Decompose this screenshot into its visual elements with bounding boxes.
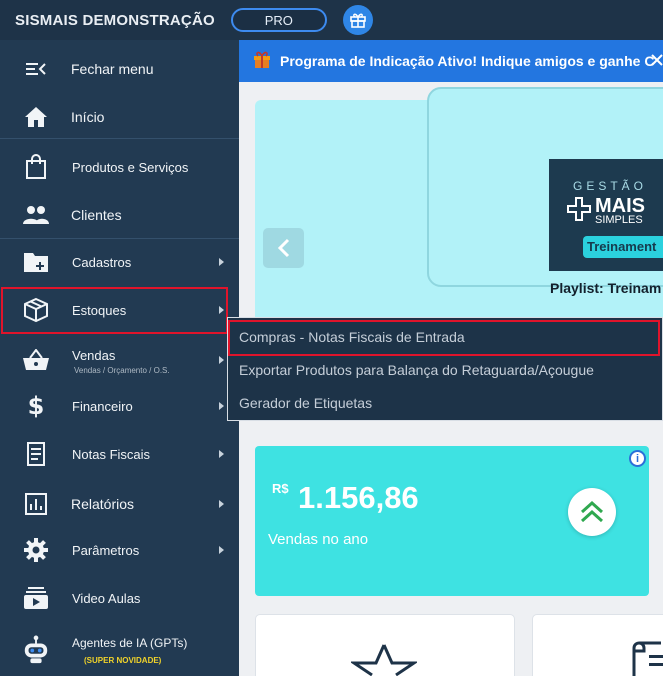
novelty-badge: (SUPER NOVIDADE)	[84, 656, 162, 665]
sidebar-item-video-lessons[interactable]: Video Aulas	[0, 582, 239, 614]
highlight-box-purchases	[228, 320, 660, 356]
gear-icon	[22, 536, 50, 564]
sidebar-item-registrations[interactable]: Cadastros	[0, 246, 239, 278]
sidebar-item-reports[interactable]: Relatórios	[0, 488, 239, 520]
sidebar-item-label: Relatórios	[71, 496, 135, 512]
dashboard-card[interactable]	[532, 614, 663, 676]
sidebar-item-products[interactable]: Produtos e Serviços	[0, 150, 239, 184]
gift-icon[interactable]	[342, 5, 373, 35]
sidebar-item-label: Fechar menu	[71, 61, 154, 77]
video-thumbnail[interactable]: GESTÃO MAIS SIMPLES Treinament	[549, 159, 663, 271]
carousel-prev-button[interactable]	[263, 228, 304, 268]
sidebar-item-finance[interactable]: $ Financeiro	[0, 390, 239, 422]
chevron-right-icon	[219, 356, 224, 364]
thumb-text-gestao: GESTÃO	[573, 179, 648, 193]
sidebar-item-label: Notas Fiscais	[72, 446, 151, 462]
receipt-icon	[22, 440, 50, 468]
divider	[0, 238, 239, 239]
submenu-item-label-generator[interactable]: Gerador de Etiquetas	[239, 395, 372, 411]
sidebar-item-label: Produtos e Serviços	[72, 159, 189, 175]
gift-icon	[252, 49, 272, 74]
chevron-right-icon	[219, 402, 224, 410]
sidebar-item-label: Video Aulas	[72, 590, 141, 606]
document-icon	[631, 641, 663, 676]
sidebar-item-label: Vendas	[72, 348, 116, 363]
thumb-text-simples: SIMPLES	[595, 214, 643, 226]
robot-icon	[22, 635, 50, 664]
sidebar-item-label: Financeiro	[72, 398, 133, 414]
home-icon	[22, 103, 50, 131]
basket-icon	[22, 346, 50, 374]
sidebar-item-ai-agents[interactable]: Agentes de IA (GPTs) (SUPER NOVIDADE)	[0, 630, 239, 670]
chevron-right-icon	[219, 500, 224, 508]
chevron-right-icon	[219, 258, 224, 266]
sidebar-item-parameters[interactable]: Parâmetros	[0, 534, 239, 566]
video-icon	[22, 584, 50, 612]
folder-plus-icon	[22, 248, 50, 276]
sidebar-item-close-menu[interactable]: Fechar menu	[0, 54, 239, 84]
shopping-bag-icon	[22, 153, 50, 181]
chevron-right-icon	[219, 450, 224, 458]
star-icon	[349, 643, 419, 676]
menu-close-icon	[22, 55, 50, 83]
close-icon[interactable]	[650, 53, 663, 67]
currency-label: R$	[272, 481, 289, 496]
sidebar-item-sublabel: Vendas / Orçamento / O.S.	[74, 366, 170, 375]
sidebar: Fechar menu Início Produtos e Serviços C…	[0, 40, 239, 676]
bar-chart-icon	[22, 490, 50, 518]
sidebar-item-label: Agentes de IA (GPTs)	[72, 636, 188, 650]
people-icon	[22, 201, 50, 229]
sidebar-item-label: Parâmetros	[72, 542, 140, 558]
sidebar-item-label: Cadastros	[72, 254, 132, 270]
sales-amount: 1.156,86	[298, 480, 419, 515]
sidebar-item-invoices[interactable]: Notas Fiscais	[0, 438, 239, 470]
sidebar-item-clients[interactable]: Clientes	[0, 200, 239, 230]
scroll-top-button[interactable]	[568, 488, 616, 536]
playlist-caption[interactable]: Playlist: Treinam	[550, 280, 661, 296]
info-icon[interactable]: i	[629, 450, 646, 467]
dashboard-card[interactable]	[255, 614, 515, 676]
referral-banner[interactable]: Programa de Indicação Ativo! Indique ami…	[239, 40, 663, 82]
banner-text: Programa de Indicação Ativo! Indique ami…	[280, 53, 655, 69]
dollar-icon: $	[27, 392, 45, 420]
chevron-right-icon	[219, 546, 224, 554]
highlight-box-stock	[1, 287, 228, 334]
plus-icon	[567, 197, 591, 221]
plan-badge[interactable]: PRO	[230, 8, 327, 32]
divider	[0, 138, 239, 139]
sidebar-item-home[interactable]: Início	[0, 102, 239, 132]
submenu-item-export-products[interactable]: Exportar Produtos para Balança do Retagu…	[239, 362, 594, 378]
top-bar: SISMAIS DEMONSTRAÇÃO PRO	[0, 0, 663, 40]
thumb-tag: Treinament	[583, 236, 663, 258]
brand-name: SISMAIS DEMONSTRAÇÃO	[15, 11, 215, 29]
sidebar-item-sales[interactable]: Vendas Vendas / Orçamento / O.S.	[0, 342, 239, 378]
sidebar-item-label: Início	[71, 109, 105, 125]
sidebar-item-label: Clientes	[71, 207, 122, 223]
sales-label: Vendas no ano	[268, 531, 369, 548]
